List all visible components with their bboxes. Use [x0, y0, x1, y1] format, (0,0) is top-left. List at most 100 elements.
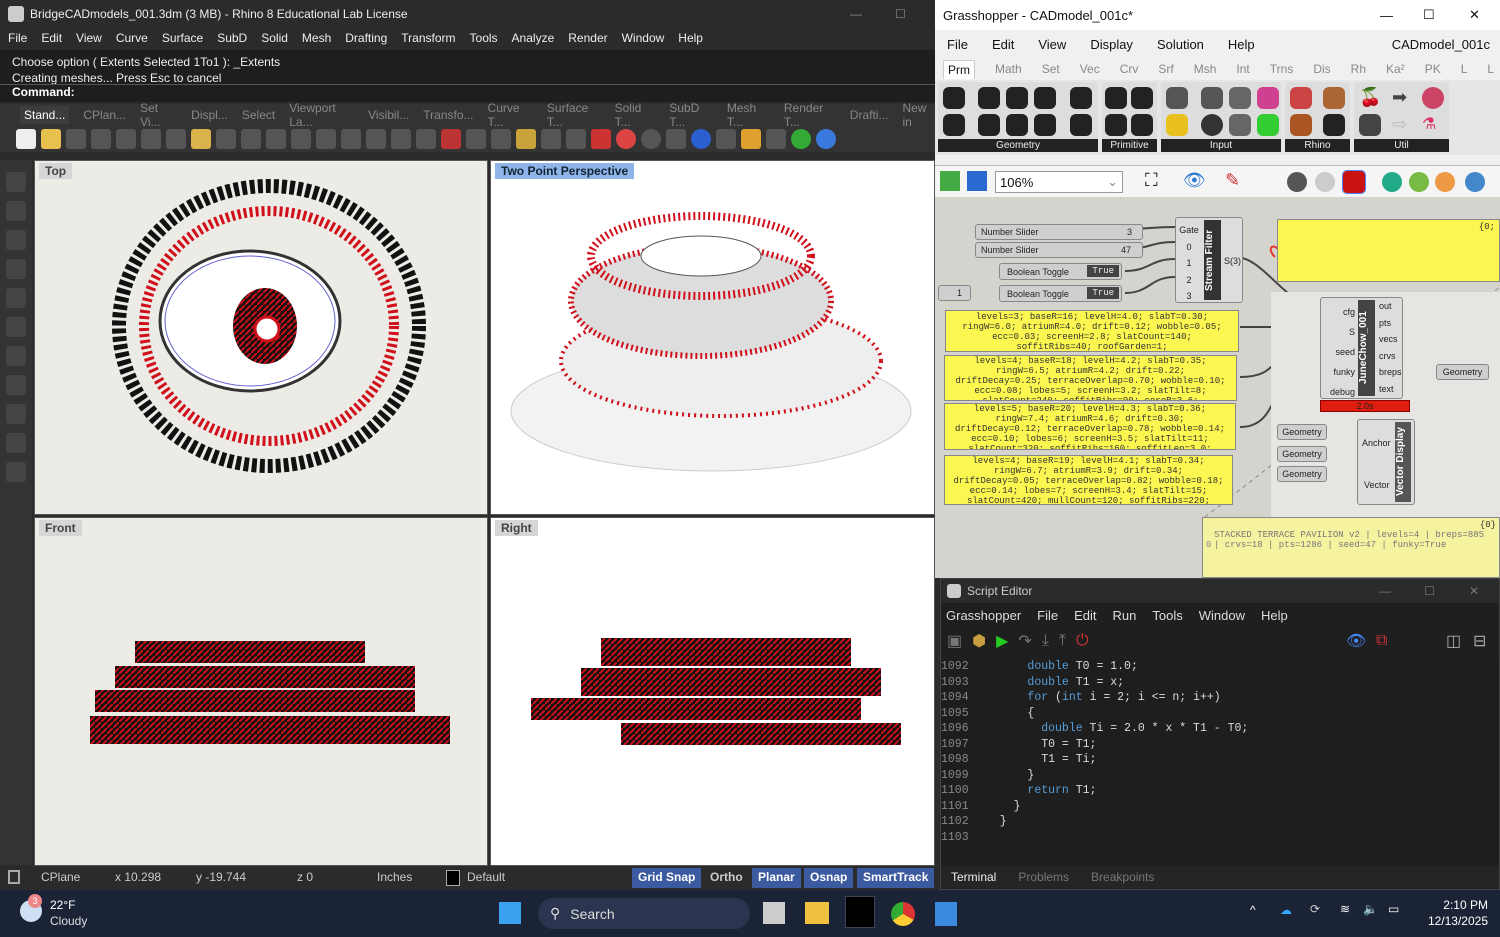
param-icon[interactable] [1131, 87, 1153, 109]
viewport-layout-icon[interactable] [416, 129, 436, 149]
gh-menu-help[interactable]: Help [1228, 37, 1255, 52]
se-menu-tools[interactable]: Tools [1152, 608, 1182, 623]
tab-new-in[interactable]: New in [902, 101, 935, 129]
step-out-icon[interactable]: ⤒ [1059, 632, 1066, 650]
status-units[interactable]: Inches [377, 870, 412, 884]
tab-transform[interactable]: Transfo... [423, 108, 473, 122]
input-1[interactable]: 1 [1176, 255, 1202, 272]
save-icon[interactable] [66, 129, 86, 149]
osnap-toggle[interactable]: Osnap [804, 868, 854, 888]
param-icon[interactable] [1105, 87, 1127, 109]
bake-icon[interactable] [1382, 172, 1402, 192]
tab-surface-tools[interactable]: Surface T... [547, 101, 601, 129]
close-button[interactable]: ✕ [1469, 7, 1480, 23]
geometry-param[interactable]: Geometry [1277, 446, 1327, 462]
input-s[interactable]: S [1321, 322, 1355, 342]
eye-icon[interactable]: 👁 [1183, 170, 1206, 191]
save-icon[interactable]: ▣ [947, 631, 962, 651]
print-icon[interactable] [91, 129, 111, 149]
preview-icon[interactable]: 👁 [1346, 631, 1366, 651]
menu-render[interactable]: Render [568, 31, 607, 45]
tab-curve-tools[interactable]: Curve T... [488, 101, 533, 129]
run-icon[interactable]: ▶ [996, 631, 1008, 651]
param-icon[interactable] [1290, 114, 1312, 136]
tab-display[interactable]: Displ... [191, 108, 228, 122]
image-sampler-icon[interactable] [1257, 114, 1279, 136]
input-2[interactable]: 2 [1176, 272, 1202, 289]
input-0[interactable]: 0 [1176, 239, 1202, 256]
file-explorer-icon[interactable] [805, 902, 829, 924]
gh-tab-msh[interactable]: Msh [1194, 62, 1217, 76]
se-menu-help[interactable]: Help [1261, 608, 1288, 623]
new-icon[interactable] [16, 129, 36, 149]
output-pts[interactable]: pts [1379, 315, 1402, 332]
properties-icon[interactable] [116, 129, 136, 149]
gh-tab-ka2[interactable]: Ka² [1386, 62, 1405, 76]
cherry-icon[interactable]: 🍒 [1359, 87, 1381, 109]
clock-date[interactable]: 12/13/2025 [1418, 914, 1488, 928]
lock-icon[interactable] [566, 129, 586, 149]
param-icon[interactable] [978, 87, 1000, 109]
zoom-icon[interactable] [291, 129, 311, 149]
se-menu-grasshopper[interactable]: Grasshopper [946, 608, 1021, 623]
zoom-selected-icon[interactable] [366, 129, 386, 149]
tab-cplanes[interactable]: CPlan... [83, 108, 126, 122]
gh-menu-edit[interactable]: Edit [992, 37, 1014, 52]
render-icon[interactable] [691, 129, 711, 149]
script-component-junechow[interactable]: cfg Sseed funky debug JuneChow_001 out pts ve… [1320, 297, 1403, 399]
close-button[interactable]: ✕ [1469, 584, 1479, 598]
menu-file[interactable]: File [8, 31, 27, 45]
input-seed[interactable]: seed [1321, 342, 1355, 362]
config-panel-2[interactable]: levels=4; baseR=18; levelH=4.2; slabT=0.… [944, 355, 1237, 401]
wifi-icon[interactable]: ≋ [1340, 902, 1350, 916]
rhino-taskbar-icon[interactable] [845, 896, 875, 928]
rotate-view-icon[interactable] [266, 129, 286, 149]
dimension-icon[interactable] [766, 129, 786, 149]
transform-icon[interactable] [6, 433, 26, 453]
onedrive-icon[interactable]: ☁ [1280, 903, 1292, 917]
param-icon[interactable] [1070, 87, 1092, 109]
menu-edit[interactable]: Edit [41, 31, 62, 45]
planar-toggle[interactable]: Planar [752, 868, 801, 888]
undo-view-icon[interactable] [391, 129, 411, 149]
config-panel-1[interactable]: levels=3; baseR=16; levelH=4.0; slabT=0.… [945, 310, 1239, 352]
menu-transform[interactable]: Transform [401, 31, 455, 45]
minimize-button[interactable]: — [1380, 8, 1393, 23]
stop-icon[interactable]: ⏻ [1076, 632, 1089, 650]
volume-icon[interactable]: 🔈 [1363, 902, 1378, 916]
tab-problems[interactable]: Problems [1018, 870, 1069, 884]
graph-mapper-icon[interactable] [1166, 114, 1188, 136]
minimize-button[interactable]: — [850, 7, 862, 21]
viewport-label-top[interactable]: Top [39, 163, 73, 179]
se-menu-file[interactable]: File [1037, 608, 1058, 623]
display-icon[interactable] [1435, 172, 1455, 192]
sun-icon[interactable] [741, 129, 761, 149]
gh-tab-vec[interactable]: Vec [1080, 62, 1100, 76]
tab-visibility[interactable]: Visibil... [368, 108, 409, 122]
viewport-top[interactable]: Top [34, 160, 488, 515]
step-into-icon[interactable]: ⤓ [1042, 632, 1049, 650]
surface-icon[interactable] [6, 375, 26, 395]
gh-menu-display[interactable]: Display [1090, 37, 1133, 52]
param-icon[interactable] [1290, 87, 1312, 109]
car-icon[interactable] [441, 129, 461, 149]
param-icon[interactable] [1131, 114, 1153, 136]
menu-subd[interactable]: SubD [217, 31, 247, 45]
gh-tab-dis[interactable]: Dis [1313, 62, 1330, 76]
show-hidden-icons[interactable]: ^ [1250, 903, 1256, 917]
output-text[interactable]: text [1379, 381, 1402, 398]
geometry-param-output[interactable]: Geometry [1436, 364, 1489, 380]
gh-tab-int[interactable]: Int [1236, 62, 1249, 76]
output-s[interactable]: S(3) [1224, 256, 1241, 266]
viewport-two-point-perspective[interactable]: Two Point Perspective [490, 160, 935, 515]
status-cplane[interactable]: CPlane [41, 870, 80, 884]
package-icon[interactable]: ⬢ [972, 631, 986, 651]
rectangle-icon[interactable] [6, 346, 26, 366]
param-icon[interactable] [1070, 114, 1092, 136]
tab-drafting[interactable]: Drafti... [850, 108, 889, 122]
preview-selected-icon[interactable] [1342, 170, 1366, 194]
mesh-settings-icon[interactable] [1409, 172, 1429, 192]
select-icon[interactable] [6, 172, 26, 192]
paste-icon[interactable] [191, 129, 211, 149]
number-slider-seed[interactable]: Number Slider 47 [975, 242, 1143, 258]
